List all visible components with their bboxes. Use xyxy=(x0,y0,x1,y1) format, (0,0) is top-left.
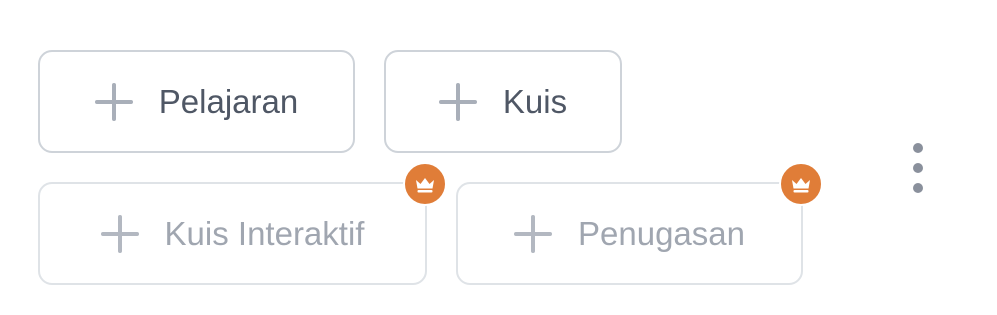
add-kuis-label: Kuis xyxy=(502,83,568,120)
plus-icon xyxy=(438,82,477,121)
more-vertical-icon xyxy=(913,143,923,153)
more-options-button[interactable] xyxy=(900,140,936,196)
add-kuis-interaktif-button[interactable]: Kuis Interaktif xyxy=(38,182,427,285)
add-kuis-button[interactable]: Kuis xyxy=(384,50,622,153)
crown-icon xyxy=(416,178,434,193)
plus-icon xyxy=(94,82,133,121)
plus-icon xyxy=(514,214,552,253)
add-pelajaran-button[interactable]: Pelajaran xyxy=(38,50,355,153)
more-vertical-icon xyxy=(913,183,923,193)
add-kuis-interaktif-label: Kuis Interaktif xyxy=(164,215,365,252)
add-pelajaran-label: Pelajaran xyxy=(158,83,299,120)
more-vertical-icon xyxy=(913,163,923,173)
plus-icon xyxy=(100,214,139,253)
add-penugasan-button[interactable]: Penugasan xyxy=(456,182,803,285)
premium-badge xyxy=(403,162,447,206)
add-penugasan-label: Penugasan xyxy=(578,215,745,252)
premium-badge xyxy=(779,162,823,206)
crown-icon xyxy=(792,178,810,193)
